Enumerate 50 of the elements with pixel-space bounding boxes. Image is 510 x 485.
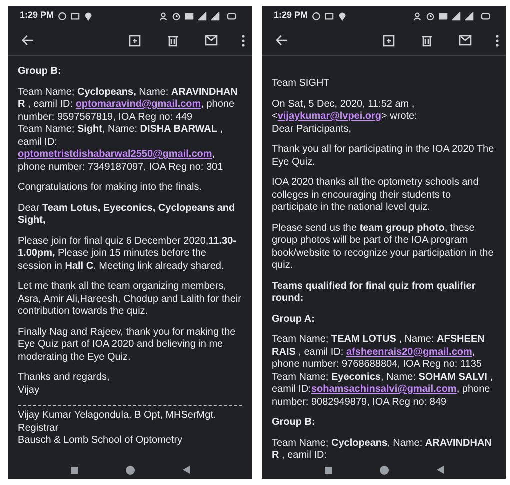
alarm-clock-icon (426, 12, 435, 20)
email-link[interactable]: vijaykumar@lvpei.org (278, 111, 382, 122)
location-pin-icon (338, 12, 348, 20)
section-heading: Teams qualified for final quiz from qualifier round: (272, 280, 477, 306)
back-arrow-icon (274, 34, 288, 47)
email-paragraph: Congratulations for making into the finals. (18, 182, 203, 194)
more-options-icon (242, 34, 244, 46)
archive-icon (129, 34, 141, 46)
email-link[interactable]: optomaravind@gmail.com (76, 99, 202, 110)
person-icon (413, 12, 422, 20)
email-link[interactable]: sohamsachinsalvi@gmail.com (311, 384, 457, 395)
email-paragraph: Team SIGHT (272, 78, 331, 90)
square-nav-icon[interactable] (324, 466, 332, 474)
email-paragraph: Team Name; Cyclopeans, Name: ARAVINDHAN R , eamil ID: (272, 438, 493, 461)
trash-icon (167, 34, 179, 46)
archive-icon (383, 34, 395, 46)
email-paragraph: Vijay Kumar Yelagondula. B Opt, MHSerMgt. Registrar Bausch & Lomb School of Optometry (18, 410, 218, 448)
section-heading: Group B: (18, 66, 62, 78)
alarm-clock-icon (172, 12, 181, 20)
back-arrow-icon (20, 34, 34, 47)
email-paragraph: Please join for final quiz 6 December 2020,11.30- 1.00pm, Please join 15 minutes before the session in Hall C. Meeting link already shared. (18, 236, 238, 273)
trash-icon (421, 34, 433, 46)
email-paragraph: On Sat, 5 Dec, 2020, 11:52 am , <vijaykumar@lvpei.org> wrote: Dear Participants, (272, 98, 418, 136)
email-paragraph: Please send us the team group photo, these group photos will be part of the IOA program book/website to recognize your participation in the quiz. (272, 222, 495, 272)
section-heading: Group B: (272, 417, 316, 430)
status-time: 1:29 PM (20, 9, 54, 22)
email-paragraph: Team Name; TEAM LOTUS , Name: AFSHEEN RAIS , eamil ID: afsheenrais20@gmail.com, phone number: 9768688804, IOA Reg no: 1135 Team Name; Eyeconics, Name: SOHAM SALVI , eamil ID:sohamsachinsalvi@gmail.com, phone number: 9082949879, IOA Reg no: 849 (272, 334, 494, 409)
circle-nav-icon[interactable] (126, 466, 134, 474)
location-pin-icon (84, 12, 94, 20)
email-paragraph: Let me thank all the team organizing members, Asra, Amir Ali,Hareesh, Chodup and Lalith for their contribution towards the quiz. (18, 281, 242, 318)
envelope-icon (204, 35, 218, 46)
email-link[interactable]: afsheenrais20@gmail.com (346, 346, 472, 358)
email-paragraph: Dear Team Lotus, Eyeconics, Cyclopeans and Sight, (18, 202, 236, 228)
envelope-icon (458, 35, 472, 46)
screen-icon (439, 12, 448, 20)
person-icon (159, 12, 168, 20)
email-paragraph: Thank you all for participating in the IOA 2020 The Eye Quiz. (272, 144, 496, 169)
section-heading: Group A: (272, 314, 316, 326)
screen-icon (185, 12, 194, 20)
status-time: 1:29 PM (274, 9, 308, 22)
email-paragraph: Team Name; Cyclopeans, Name: ARAVINDHAN R , eamil ID: optomaravind@gmail.com, phone number: 9597567819, IOA Reg no: 449 Team Name; Sight, Name: DISHA BARWAL , eamil ID: optometristdishabarwal2550@gmail.com, phone number: 7349187097, IOA Reg no: 301 (18, 86, 239, 174)
triangle-nav-icon[interactable] (182, 466, 190, 474)
triangle-nav-icon[interactable] (436, 466, 444, 474)
email-paragraph: Finally Nag and Rajeev, thank you for making the Eye Quiz part of IOA 2020 and believing in me moderating the Eye Quiz. (18, 326, 237, 364)
more-options-icon (496, 34, 498, 46)
email-link[interactable]: optometristdishabarwal2550@gmail.com (18, 149, 212, 160)
circle-nav-icon[interactable] (380, 466, 388, 474)
square-nav-icon[interactable] (70, 466, 78, 474)
email-paragraph: IOA 2020 thanks all the optometry schools and colleges in encouraging their students to participate in the national level quiz. (272, 177, 480, 214)
email-paragraph: Thanks and regards, Vijay (18, 372, 111, 397)
